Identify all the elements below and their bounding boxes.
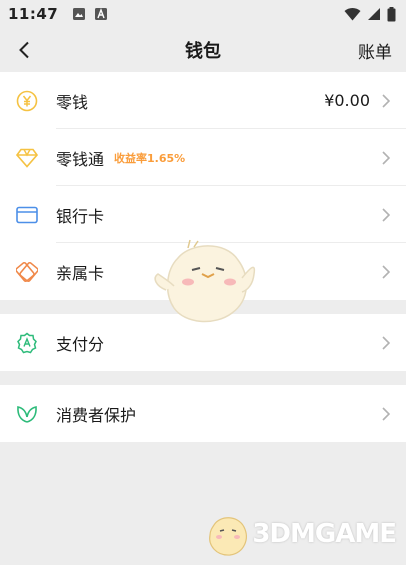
row-pay-score-label: 支付分 <box>56 334 105 354</box>
battery-icon <box>387 6 396 21</box>
wallet-group-protection: 消费者保护 <box>0 385 406 442</box>
chevron-right-icon <box>382 150 390 165</box>
yield-rate-tag: 收益率1.65% <box>114 151 186 165</box>
row-consumer-protection[interactable]: 消费者保护 <box>0 385 406 442</box>
chevron-right-icon <box>382 93 390 108</box>
row-change[interactable]: 零钱 ¥0.00 <box>0 72 406 129</box>
chevron-right-icon <box>382 264 390 279</box>
row-bank-card-label: 银行卡 <box>56 206 105 226</box>
watermark: 3DMGAME <box>202 509 397 559</box>
row-consumer-protection-label: 消费者保护 <box>56 405 137 425</box>
bill-button[interactable]: 账单 <box>358 38 392 63</box>
row-lingqiantong[interactable]: 零钱通 收益率1.65% <box>0 129 406 186</box>
diamond-icon <box>16 148 38 168</box>
watermark-text: 3DMGAME <box>252 519 397 549</box>
nav-bar: 钱包 账单 <box>0 28 406 72</box>
mascot-overlay <box>150 238 260 332</box>
row-family-card-label: 亲属卡 <box>56 263 105 283</box>
row-change-label: 零钱 <box>56 92 89 112</box>
consumer-protect-icon <box>17 405 37 423</box>
change-balance: ¥0.00 <box>324 91 370 110</box>
back-arrow-icon <box>19 41 29 59</box>
chevron-right-icon <box>382 335 390 350</box>
status-bar: 11:47 <box>0 0 406 28</box>
coin-icon <box>16 90 38 111</box>
back-button[interactable] <box>10 36 38 64</box>
pay-score-icon <box>17 332 37 353</box>
family-card-icon <box>16 261 38 282</box>
chevron-right-icon <box>382 207 390 222</box>
bank-card-icon <box>16 206 38 223</box>
signal-icon <box>368 8 380 20</box>
image-icon <box>73 8 86 20</box>
row-lingqiantong-label: 零钱通 <box>56 149 105 169</box>
wifi-icon <box>344 7 361 21</box>
chick-mascot-icon <box>154 239 256 323</box>
watermark-chick-icon <box>209 517 248 556</box>
chevron-right-icon <box>382 406 390 421</box>
notification-a-icon <box>95 8 108 20</box>
page-title: 钱包 <box>185 41 221 62</box>
status-time: 11:47 <box>8 5 59 23</box>
row-bank-card[interactable]: 银行卡 <box>0 186 406 243</box>
